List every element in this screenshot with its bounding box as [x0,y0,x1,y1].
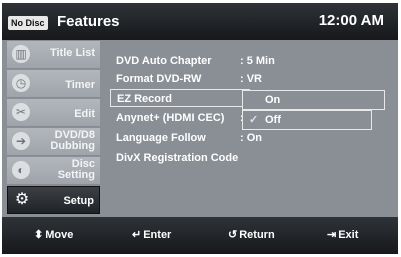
menu-row-label: DivX Registration Code [116,152,239,164]
sidebar-item-edit[interactable]: ✂ Edit [7,99,100,127]
sidebar-item-dubbing[interactable]: ➔ DVD/D8 Dubbing [7,128,100,156]
check-icon: ✓ [249,114,259,126]
features-screen: No Disc Features 12:00 AM ▥ Title List ◷… [2,3,398,254]
exit-icon: ⇥ [327,229,337,241]
title-list-icon: ▥ [12,45,30,63]
menu-row-label: Anynet+ (HDMI CEC) [116,112,225,124]
menu-row-format-dvd-rw[interactable]: Format DVD-RW : VR [110,70,380,88]
sidebar-item-setup[interactable]: ⚙ Setup [7,186,100,214]
sidebar-item-label: Disc Setting [58,159,95,181]
menu-row-ez-record[interactable]: EZ Record : [110,89,250,107]
option-label: On [265,94,281,106]
clock: 12:00 AM [318,12,384,29]
sidebar-item-label: Edit [74,108,95,120]
dubbing-icon: ➔ [12,132,30,150]
ez-record-options-popup: On ✓ Off [242,90,385,132]
option-on[interactable]: On [242,90,385,110]
footer-enter: ↵ Enter [132,228,171,242]
sidebar-item-label: Setup [63,195,94,207]
sidebar-item-timer[interactable]: ◷ Timer [7,70,100,98]
footer-bar: ⬍ Move ↵ Enter ↺ Return ⇥ Exit [2,217,398,254]
menu-row-value: : VR [240,73,262,85]
top-bar: No Disc Features 12:00 AM [2,3,398,40]
footer-exit-label: Exit [338,229,359,241]
menu-row-label: Format DVD-RW [116,73,202,85]
menu-row-value: : 5 Min [240,55,275,67]
sidebar: ▥ Title List ◷ Timer ✂ Edit ➔ DVD/D8 Dub… [7,41,100,215]
sidebar-item-label-line2: Setting [57,169,95,181]
disc-setting-icon: ◐ [12,161,30,179]
menu-row-label: Language Follow [116,132,206,144]
disc-status-badge: No Disc [8,16,48,30]
sidebar-item-label: DVD/D8 Dubbing [50,130,95,152]
footer-move-label: Move [45,229,74,241]
footer-exit: ⇥ Exit [327,228,358,242]
footer-enter-label: Enter [143,229,172,241]
page-title: Features [57,13,120,30]
option-off[interactable]: ✓ Off [242,110,372,130]
enter-icon: ↵ [132,229,142,241]
option-label: Off [265,114,281,126]
sidebar-item-label-line2: Dubbing [50,140,95,152]
footer-return-label: Return [239,229,275,241]
sidebar-item-title-list[interactable]: ▥ Title List [7,41,100,69]
sidebar-item-label: Timer [65,79,95,91]
return-icon: ↺ [228,229,238,241]
gear-icon: ⚙ [14,191,30,208]
edit-scissors-icon: ✂ [12,103,30,121]
footer-return: ↺ Return [228,228,275,242]
footer-move: ⬍ Move [34,228,73,242]
menu-row-label: DVD Auto Chapter [116,55,212,67]
menu-row-label: EZ Record [117,93,173,105]
timer-icon: ◷ [12,74,30,92]
menu-row-dvd-auto-chapter[interactable]: DVD Auto Chapter : 5 Min [110,52,380,70]
sidebar-item-disc-setting[interactable]: ◐ Disc Setting [7,157,100,185]
up-down-arrows-icon: ⬍ [34,229,44,241]
menu-row-divx-registration[interactable]: DivX Registration Code [110,149,380,167]
sidebar-item-label: Title List [49,47,95,59]
